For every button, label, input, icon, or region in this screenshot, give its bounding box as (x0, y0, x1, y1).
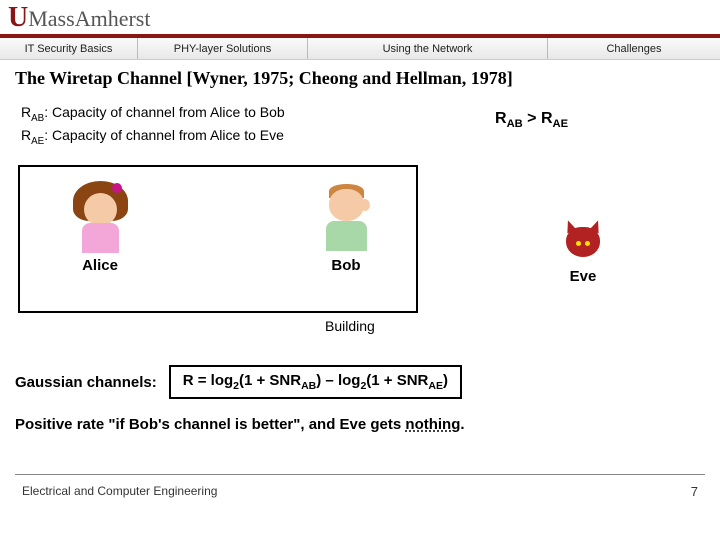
section-nav: IT Security Basics PHY-layer Solutions U… (0, 38, 720, 60)
footer-department: Electrical and Computer Engineering (22, 484, 217, 498)
slide-number: 7 (691, 484, 698, 499)
bob-figure: Bob (296, 181, 396, 274)
def-rab: RAB: Capacity of channel from Alice to B… (21, 103, 705, 126)
building-box: Alice Bob (18, 165, 418, 313)
alice-figure: Alice (50, 181, 150, 274)
capacity-definitions: RAB: Capacity of channel from Alice to B… (21, 103, 705, 148)
nav-using-network[interactable]: Using the Network (308, 38, 548, 59)
eve-label: Eve (548, 268, 618, 285)
rate-formula: R = log2(1 + SNRAB) – log2(1 + SNRAE) (169, 365, 462, 399)
slide-content: The Wiretap Channel [Wyner, 1975; Cheong… (0, 60, 720, 166)
gaussian-label: Gaussian channels: (15, 374, 157, 391)
alice-icon (68, 181, 133, 253)
footer-divider (15, 474, 705, 475)
nav-it-security[interactable]: IT Security Basics (0, 38, 138, 59)
building-label: Building (325, 318, 375, 334)
nav-challenges[interactable]: Challenges (548, 38, 720, 59)
logo-mass: Mass (28, 6, 74, 32)
rate-inequality: RAB > RAE (495, 110, 568, 130)
def-rae: RAE: Capacity of channel from Alice to E… (21, 126, 705, 149)
positive-rate-statement: Positive rate "if Bob's channel is bette… (15, 416, 465, 433)
alice-label: Alice (50, 257, 150, 274)
umass-logo: UMassAmherst (8, 0, 720, 34)
logo-amherst: Amherst (75, 6, 151, 32)
logo-u: U (8, 2, 28, 34)
slide-title: The Wiretap Channel [Wyner, 1975; Cheong… (15, 68, 705, 89)
eve-icon (563, 222, 603, 262)
bob-label: Bob (296, 257, 396, 274)
slide-header: UMassAmherst (0, 0, 720, 38)
gaussian-row: Gaussian channels: R = log2(1 + SNRAB) –… (15, 365, 462, 399)
eve-figure: Eve (548, 222, 618, 285)
bob-icon (314, 181, 379, 253)
nav-phy-layer[interactable]: PHY-layer Solutions (138, 38, 308, 59)
